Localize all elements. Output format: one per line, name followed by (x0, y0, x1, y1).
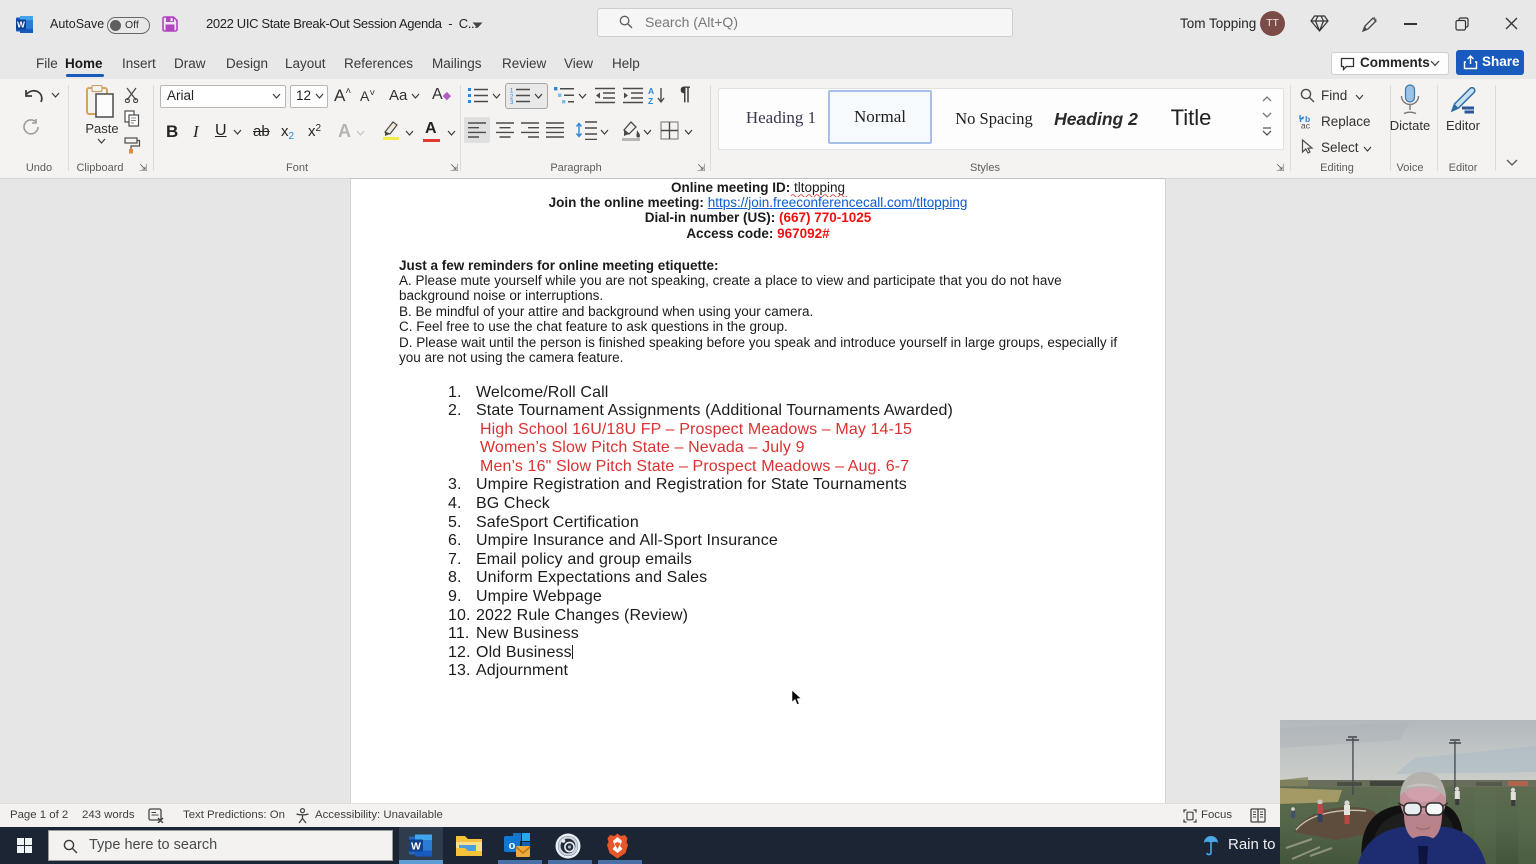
svg-text:3: 3 (510, 100, 514, 104)
svg-text:W: W (411, 841, 421, 853)
svg-text:Z: Z (648, 96, 653, 105)
svg-text:o: o (509, 840, 516, 852)
svg-text:A: A (648, 86, 654, 96)
svg-text:ac: ac (1301, 121, 1311, 130)
svg-text:W: W (17, 20, 25, 30)
